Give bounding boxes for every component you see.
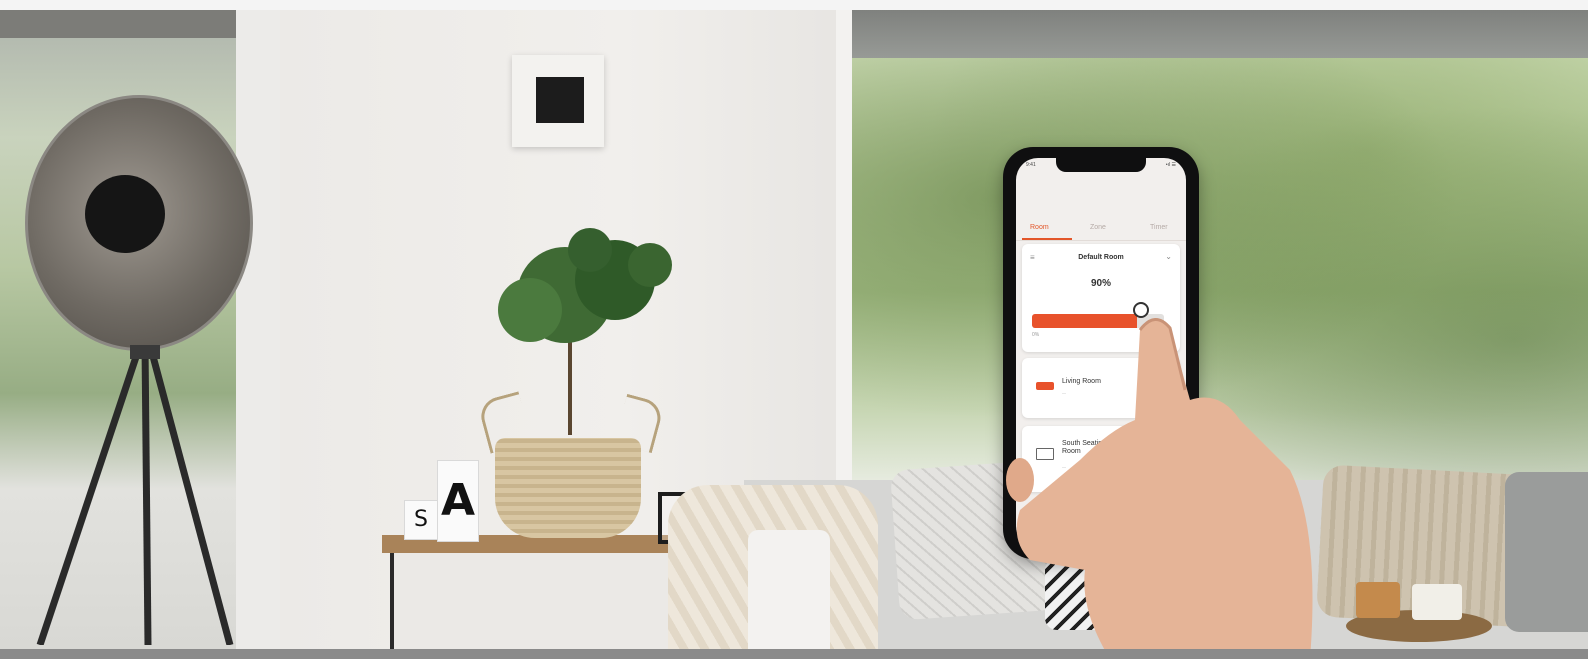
grey-pillow xyxy=(1505,472,1588,632)
floor-lamp-bulb xyxy=(85,175,165,253)
candle-letter-a: A xyxy=(437,460,479,542)
wall-pillar xyxy=(236,10,282,649)
top-border xyxy=(0,0,1588,10)
tab-zone[interactable]: Zone xyxy=(1090,224,1106,231)
candle-letter-s: S xyxy=(404,500,438,540)
console-table-body xyxy=(390,553,704,649)
bottom-border xyxy=(0,649,1588,659)
status-time: 9:41 xyxy=(1026,162,1036,168)
sofa-arm xyxy=(748,530,830,649)
status-bar: 9:41 •ıl ☰ xyxy=(1026,162,1176,172)
window-blind-left xyxy=(0,10,236,38)
app-tabs: Room Zone Timer xyxy=(1016,218,1186,241)
chevron-icon[interactable]: ⌄ xyxy=(1165,252,1172,261)
tab-timer[interactable]: Timer xyxy=(1150,224,1168,231)
wall-art-square xyxy=(536,77,584,123)
woven-basket xyxy=(495,438,641,538)
signal-icon: •ıl ☰ xyxy=(1165,162,1176,168)
living-room-scene: S A 9:41 •ıl ☰ Room Zone Timer ≡ Default… xyxy=(0,10,1588,659)
tab-room[interactable]: Room xyxy=(1030,224,1049,231)
hand xyxy=(1006,318,1313,659)
wall-art xyxy=(512,55,604,147)
candle-jar-white xyxy=(1412,584,1462,620)
active-tab-underline xyxy=(1022,238,1072,240)
candle-jar-amber xyxy=(1356,582,1400,618)
photo-frame: S A 9:41 •ıl ☰ Room Zone Timer ≡ Default… xyxy=(0,0,1588,659)
window-blind-right xyxy=(852,10,1588,58)
default-room-title: Default Room xyxy=(1078,254,1124,261)
heating-percent: 90% xyxy=(1090,278,1111,289)
wall-edge xyxy=(836,10,852,490)
floor-lamp-tripod xyxy=(36,345,234,645)
